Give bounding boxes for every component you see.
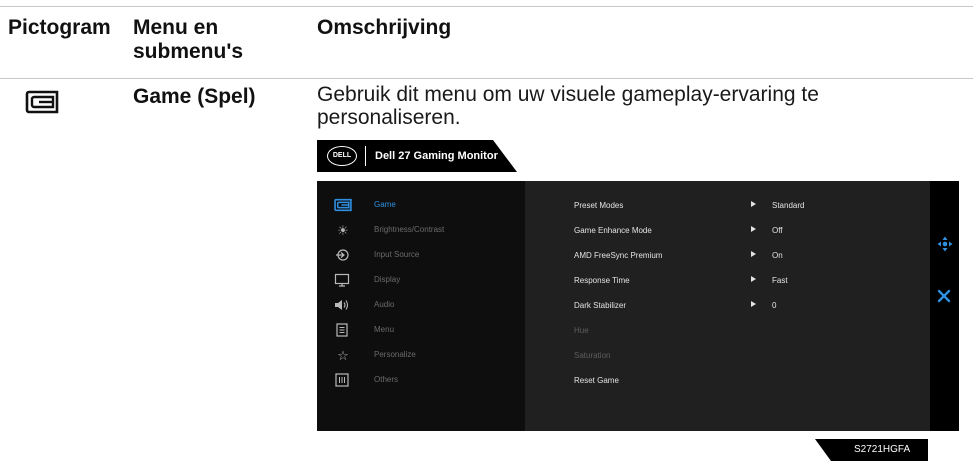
nav-item-personalize[interactable]: ☆ Personalize: [317, 344, 525, 369]
brightness-icon: ☀: [337, 223, 349, 238]
move-joystick-icon[interactable]: [937, 236, 953, 252]
menu-row-label: Reset Game: [574, 376, 619, 385]
osd-menu: Game ☀ Brightness/Contrast Input Source …: [317, 181, 959, 431]
nav-label: Input Source: [374, 250, 420, 259]
nav-label: Menu: [374, 325, 395, 334]
input-source-icon: [334, 248, 352, 264]
menu-icon: [334, 323, 352, 339]
menu-row-label: Dark Stabilizer: [574, 301, 627, 310]
nav-label: Others: [374, 375, 399, 384]
menu-row-value: Off: [772, 226, 783, 235]
osd-nav: Game ☀ Brightness/Contrast Input Source …: [317, 181, 525, 431]
menu-row-label: Preset Modes: [574, 201, 624, 210]
nav-label: Personalize: [374, 350, 416, 359]
nav-label: Brightness/Contrast: [374, 225, 445, 234]
audio-icon: [334, 298, 352, 314]
menu-row-label: Hue: [574, 326, 589, 335]
header-menu: Menu en submenu's: [133, 16, 244, 63]
menu-name: Game (Spel): [133, 85, 256, 108]
menu-row-response-time[interactable]: Response Time Fast: [525, 269, 930, 294]
menu-row-amd-freesync[interactable]: AMD FreeSync Premium On: [525, 244, 930, 269]
nav-item-display[interactable]: Display: [317, 269, 525, 294]
menu-row-label: Response Time: [574, 276, 630, 285]
menu-row-value: Standard: [772, 201, 805, 210]
menu-row-hue: Hue: [525, 319, 930, 344]
osd-controls: [930, 181, 959, 431]
nav-item-others[interactable]: Others: [317, 369, 525, 394]
dell-logo: DELL: [327, 146, 357, 166]
nav-label: Display: [374, 275, 401, 284]
chevron-right-icon: [751, 301, 756, 307]
menu-row-value: On: [772, 251, 783, 260]
table-header-rule: [0, 78, 973, 79]
brand-separator: [365, 146, 366, 166]
menu-row-reset-game[interactable]: Reset Game: [525, 369, 930, 394]
close-icon[interactable]: [936, 288, 952, 304]
table-top-rule: [0, 6, 973, 7]
osd-brand-title: Dell 27 Gaming Monitor: [375, 150, 498, 162]
model-label: S2721HGFA: [854, 444, 911, 455]
menu-row-label: Saturation: [574, 351, 611, 360]
chevron-right-icon: [751, 276, 756, 282]
chevron-right-icon: [751, 201, 756, 207]
header-pictogram: Pictogram: [8, 16, 111, 39]
nav-item-audio[interactable]: Audio: [317, 294, 525, 319]
chevron-right-icon: [751, 251, 756, 257]
menu-row-saturation: Saturation: [525, 344, 930, 369]
nav-item-input-source[interactable]: Input Source: [317, 244, 525, 269]
game-icon: [25, 90, 59, 114]
menu-description: Gebruik dit menu om uw visuele gameplay-…: [317, 83, 819, 129]
header-description: Omschrijving: [317, 16, 452, 39]
menu-row-label: AMD FreeSync Premium: [574, 251, 663, 260]
menu-row-label: Game Enhance Mode: [574, 226, 652, 235]
osd-submenu: Preset Modes Standard Game Enhance Mode …: [525, 181, 930, 431]
nav-item-brightness-contrast[interactable]: ☀ Brightness/Contrast: [317, 219, 525, 244]
nav-label: Audio: [374, 300, 395, 309]
nav-label: Game: [374, 200, 396, 209]
menu-row-preset-modes[interactable]: Preset Modes Standard: [525, 194, 930, 219]
star-icon: ☆: [337, 348, 349, 363]
chevron-right-icon: [751, 226, 756, 232]
menu-row-game-enhance-mode[interactable]: Game Enhance Mode Off: [525, 219, 930, 244]
nav-item-game[interactable]: Game: [317, 194, 525, 219]
nav-item-menu[interactable]: Menu: [317, 319, 525, 344]
menu-row-value: 0: [772, 301, 777, 310]
menu-row-dark-stabilizer[interactable]: Dark Stabilizer 0: [525, 294, 930, 319]
menu-row-value: Fast: [772, 276, 788, 285]
game-icon: [334, 198, 352, 214]
display-icon: [334, 273, 352, 289]
others-icon: [334, 373, 352, 389]
